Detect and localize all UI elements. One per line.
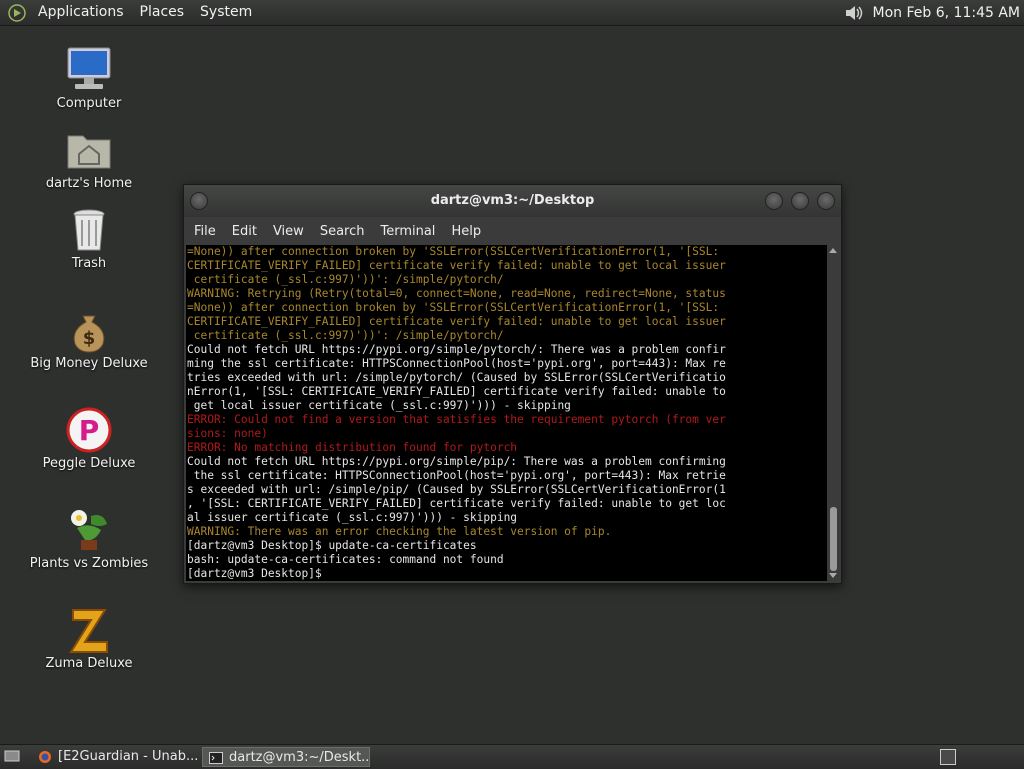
close-button[interactable] — [817, 192, 835, 210]
terminal-line: =None)) after connection broken by 'SSLE… — [187, 245, 720, 258]
plants-vs-zombies-icon — [71, 510, 107, 550]
money-bag-icon: $ — [73, 315, 105, 353]
terminal-text: =None)) after connection broken by 'SSLE… — [186, 245, 827, 581]
menu-edit[interactable]: Edit — [224, 224, 265, 239]
peggle-icon: P — [66, 407, 112, 453]
desktop-icon-peggle[interactable]: P Peggle Deluxe — [14, 406, 164, 471]
taskbar-item-browser[interactable]: [E2Guardian - Unab... — [32, 747, 226, 767]
terminal-line: CERTIFICATE_VERIFY_FAILED] certificate v… — [187, 315, 726, 328]
show-desktop-icon[interactable] — [4, 748, 20, 764]
desktop-icon-label: Trash — [71, 256, 107, 271]
terminal-line: CERTIFICATE_VERIFY_FAILED] certificate v… — [187, 259, 726, 272]
task-label: dartz@vm3:~/Deskt... — [229, 750, 370, 765]
terminal-line: s exceeded with url: /simple/pip/ (Cause… — [187, 483, 726, 496]
terminal-line: , '[SSL: CERTIFICATE_VERIFY_FAILED] cert… — [187, 497, 726, 510]
terminal-line: bash: update-ca-certificates: command no… — [187, 553, 504, 566]
clock[interactable]: Mon Feb 6, 11:45 AM — [873, 5, 1020, 21]
desktop-icon-label: Computer — [56, 96, 122, 111]
terminal-line: Could not fetch URL https://pypi.org/sim… — [187, 343, 726, 356]
terminal-line: nError(1, '[SSL: CERTIFICATE_VERIFY_FAIL… — [187, 385, 726, 398]
computer-icon — [67, 47, 111, 89]
firefox-icon — [39, 751, 51, 763]
trash-icon — [73, 209, 105, 251]
desktop-icon-label: Big Money Deluxe — [30, 356, 148, 371]
desktop-icon-home[interactable]: dartz's Home — [14, 126, 164, 191]
applications-menu[interactable]: Applications — [30, 0, 132, 25]
desktop-icon-trash[interactable]: Trash — [14, 206, 164, 271]
svg-text:P: P — [79, 414, 100, 447]
terminal-scrollbar[interactable] — [828, 245, 839, 581]
scroll-up-arrow-icon[interactable] — [829, 248, 837, 253]
desktop-icon-big-money[interactable]: $ Big Money Deluxe — [14, 306, 164, 371]
workspace-switcher[interactable] — [940, 749, 956, 765]
terminal-icon — [209, 752, 223, 764]
desktop-icon-label: Zuma Deluxe — [45, 656, 133, 671]
terminal-line: [dartz@vm3 Desktop]$ — [187, 567, 329, 580]
desktop-icon-computer[interactable]: Computer — [14, 46, 164, 111]
terminal-window[interactable]: dartz@vm3:~/Desktop File Edit View Searc… — [183, 184, 842, 584]
terminal-line: ERROR: No matching distribution found fo… — [187, 441, 518, 454]
terminal-line: certificate (_ssl.c:997)'))': /simple/py… — [187, 273, 504, 286]
scroll-down-arrow-icon[interactable] — [829, 573, 837, 578]
menu-search[interactable]: Search — [312, 224, 373, 239]
desktop-icon-label: dartz's Home — [45, 176, 133, 191]
desktop-icon-zuma[interactable]: Zuma Deluxe — [14, 606, 164, 671]
system-menu[interactable]: System — [192, 0, 260, 25]
places-menu[interactable]: Places — [132, 0, 193, 25]
desktop-icon-label: Peggle Deluxe — [42, 456, 136, 471]
terminal-line: get local issuer certificate (_ssl.c:997… — [187, 399, 571, 412]
terminal-line: WARNING: Retrying (Retry(total=0, connec… — [187, 287, 726, 300]
terminal-line: =None)) after connection broken by 'SSLE… — [187, 301, 720, 314]
terminal-line: the ssl certificate: HTTPSConnectionPool… — [187, 469, 726, 482]
volume-icon[interactable] — [843, 3, 865, 23]
desktop-icon-plants-vs-zombies[interactable]: Plants vs Zombies — [14, 506, 164, 571]
menu-file[interactable]: File — [186, 224, 224, 239]
terminal-line: sions: none) — [187, 427, 268, 440]
menu-terminal[interactable]: Terminal — [372, 224, 443, 239]
minimize-button[interactable] — [765, 192, 783, 210]
bottom-panel: [E2Guardian - Unab... dartz@vm3:~/Deskt.… — [0, 744, 1024, 769]
terminal-line: Could not fetch URL https://pypi.org/sim… — [187, 455, 726, 468]
window-title: dartz@vm3:~/Desktop — [430, 193, 595, 208]
terminal-output[interactable]: =None)) after connection broken by 'SSLE… — [186, 245, 827, 581]
terminal-menubar: File Edit View Search Terminal Help — [184, 217, 841, 245]
zuma-icon — [69, 609, 108, 653]
top-panel: Applications Places System Mon Feb 6, 11… — [0, 0, 1024, 26]
window-menu-button[interactable] — [190, 192, 208, 210]
terminal-line: al issuer certificate (_ssl.c:997)'))) -… — [187, 511, 518, 524]
taskbar-item-terminal[interactable]: dartz@vm3:~/Deskt... — [202, 747, 370, 767]
scrollbar-thumb[interactable] — [830, 507, 837, 571]
terminal-line: WARNING: There was an error checking the… — [187, 525, 612, 538]
distro-logo-icon[interactable] — [8, 3, 26, 22]
terminal-line: ming the ssl certificate: HTTPSConnectio… — [187, 357, 726, 370]
home-folder-icon — [67, 135, 111, 169]
terminal-line: certificate (_ssl.c:997)'))': /simple/py… — [187, 329, 504, 342]
terminal-titlebar[interactable]: dartz@vm3:~/Desktop — [184, 185, 841, 217]
svg-text:$: $ — [83, 328, 96, 349]
menu-view[interactable]: View — [265, 224, 312, 239]
maximize-button[interactable] — [791, 192, 809, 210]
desktop-icon-label: Plants vs Zombies — [29, 556, 149, 571]
terminal-line: [dartz@vm3 Desktop]$ update-ca-certifica… — [187, 539, 477, 552]
terminal-line: ERROR: Could not find a version that sat… — [187, 413, 726, 426]
terminal-line: tries exceeded with url: /simple/pytorch… — [187, 371, 726, 384]
menu-help[interactable]: Help — [443, 224, 489, 239]
task-label: [E2Guardian - Unab... — [58, 749, 199, 764]
